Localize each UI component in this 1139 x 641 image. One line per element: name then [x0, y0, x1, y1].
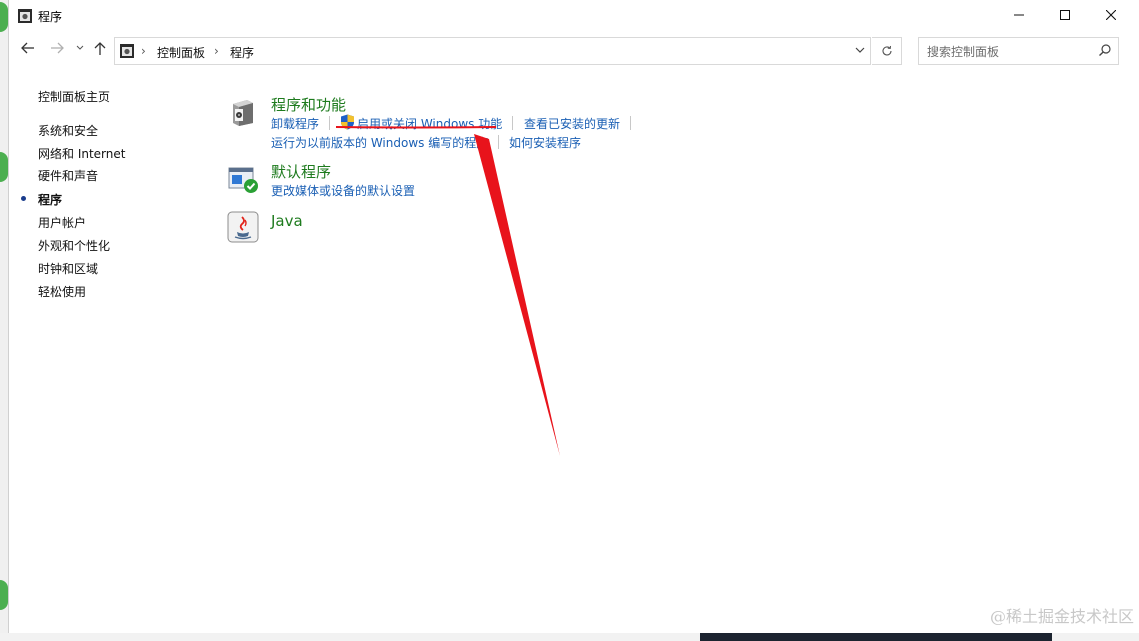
refresh-button[interactable] [872, 37, 902, 65]
default-programs-title[interactable]: 默认程序 [271, 161, 331, 182]
chevron-down-icon [855, 47, 865, 53]
back-button[interactable] [21, 42, 35, 58]
link-separator [512, 116, 513, 130]
sidebar-item-hardware-sound[interactable]: 硬件和声音 [38, 167, 98, 184]
windows-features-link[interactable]: 启用或关闭 Windows 功能 [357, 115, 502, 132]
control-panel-window: 程序 › 控制面板 › 程序 搜索控制面板 控制面板主页 系统和安全 网络和 I… [8, 0, 1139, 633]
default-programs-icon[interactable] [227, 164, 259, 196]
maximize-button[interactable] [1042, 0, 1088, 30]
minimize-icon [1014, 14, 1024, 16]
search-icon[interactable] [1098, 43, 1112, 57]
up-arrow-icon [94, 42, 106, 55]
link-separator [630, 116, 631, 130]
chevron-down-icon [76, 45, 84, 50]
search-input[interactable] [925, 42, 1094, 62]
sidebar-item-programs[interactable]: 程序 [38, 191, 62, 208]
address-box[interactable]: › 控制面板 › 程序 [114, 37, 871, 65]
forward-button[interactable] [50, 42, 64, 58]
programs-app-icon [18, 9, 32, 23]
forward-arrow-icon [51, 42, 64, 54]
address-dropdown-button[interactable] [855, 44, 865, 59]
change-media-defaults-link[interactable]: 更改媒体或设备的默认设置 [271, 182, 415, 199]
shield-icon [341, 114, 354, 130]
close-button[interactable] [1088, 0, 1134, 30]
sidebar-item-system-security[interactable]: 系统和安全 [38, 122, 98, 139]
red-annotation-arrow [335, 126, 560, 456]
maximize-icon [1060, 10, 1070, 20]
breadcrumb-programs[interactable]: 程序 [230, 44, 254, 61]
programs-features-icon[interactable] [227, 96, 259, 128]
view-installed-updates-link[interactable]: 查看已安装的更新 [524, 115, 620, 132]
search-box [918, 37, 1119, 65]
breadcrumb-separator: › [214, 44, 219, 58]
how-to-install-link[interactable]: 如何安装程序 [509, 134, 581, 151]
sidebar-item-network[interactable]: 网络和 Internet [38, 145, 125, 162]
recent-locations-button[interactable] [76, 42, 84, 58]
control-panel-icon [120, 44, 134, 58]
desktop-background-strip [0, 0, 8, 641]
desktop-badge [0, 580, 8, 610]
sidebar-item-ease-of-access[interactable]: 轻松使用 [38, 283, 86, 300]
java-icon[interactable] [227, 211, 259, 243]
watermark: @稀土掘金技术社区 [989, 607, 1134, 626]
desktop-badge [0, 2, 8, 32]
minimize-button[interactable] [996, 0, 1042, 30]
breadcrumb-control-panel[interactable]: 控制面板 [157, 44, 205, 61]
window-title: 程序 [38, 10, 63, 24]
active-item-bullet [21, 196, 26, 201]
uninstall-program-link[interactable]: 卸载程序 [271, 115, 319, 132]
refresh-icon [881, 45, 892, 56]
close-icon [1106, 10, 1116, 20]
desktop-badge [0, 152, 8, 182]
sidebar-item-appearance[interactable]: 外观和个性化 [38, 237, 110, 254]
sidebar-item-clock-region[interactable]: 时钟和区域 [38, 260, 98, 277]
run-older-programs-link[interactable]: 运行为以前版本的 Windows 编写的程序 [271, 134, 488, 151]
breadcrumb-separator: › [141, 44, 146, 58]
address-bar-row: › 控制面板 › 程序 [9, 32, 1139, 72]
sidebar-item-user-accounts[interactable]: 用户帐户 [38, 214, 86, 231]
link-separator [498, 135, 499, 149]
taskbar-strip-dark [700, 633, 1052, 641]
java-title[interactable]: Java [271, 212, 303, 230]
back-arrow-icon [21, 42, 34, 54]
link-separator [329, 116, 330, 130]
programs-features-title[interactable]: 程序和功能 [271, 94, 346, 115]
title-bar: 程序 [9, 0, 1139, 32]
up-button[interactable] [94, 42, 106, 59]
sidebar-item-home[interactable]: 控制面板主页 [38, 88, 110, 105]
